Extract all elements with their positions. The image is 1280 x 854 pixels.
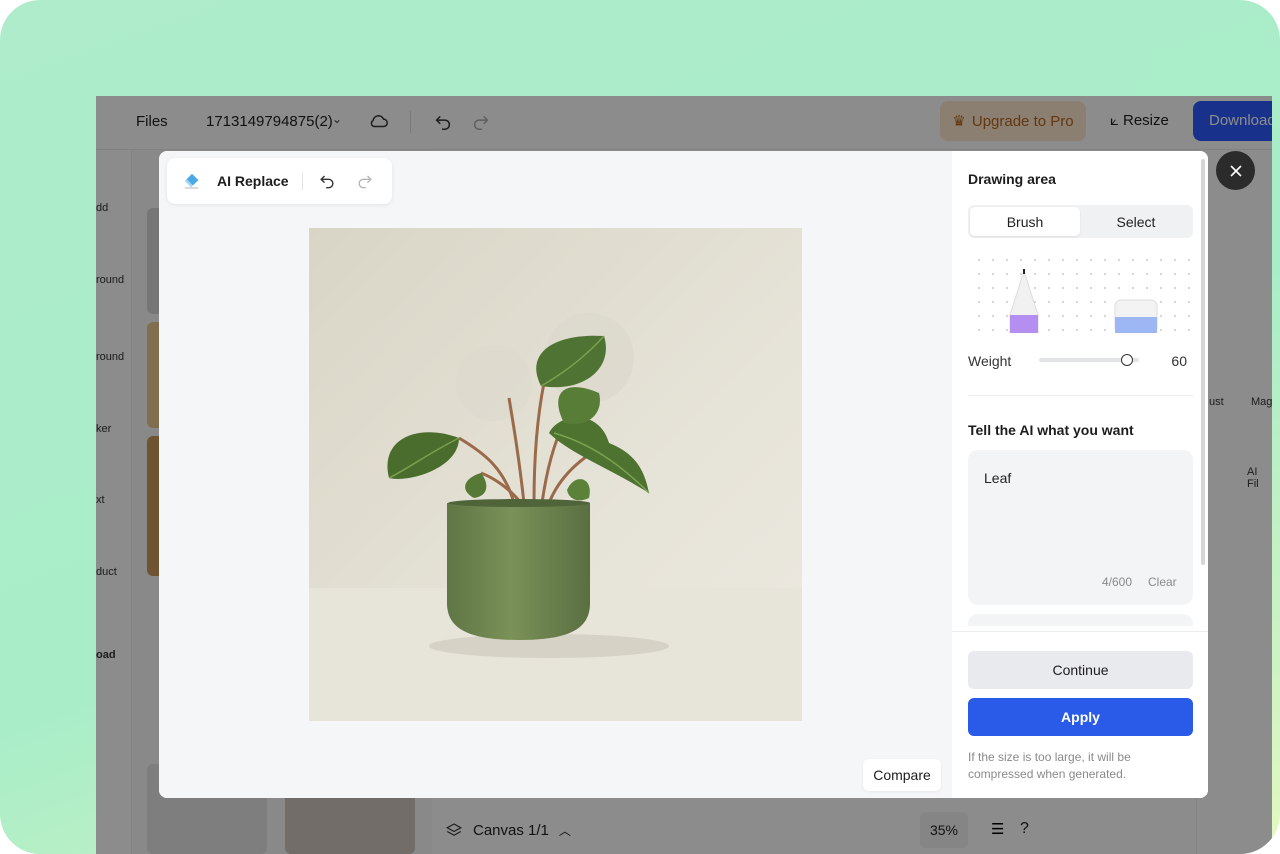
header-divider bbox=[302, 172, 303, 190]
prompt-heading: Tell the AI what you want bbox=[968, 422, 1134, 438]
clear-button[interactable]: Clear bbox=[1148, 575, 1177, 589]
next-section-peek bbox=[968, 614, 1193, 626]
compression-note: If the size is too large, it will be com… bbox=[968, 750, 1131, 781]
ai-replace-logo-icon bbox=[184, 173, 199, 189]
ai-replace-modal: AI Replace Compare Drawing area Brush Se… bbox=[159, 151, 1208, 798]
tool-header: AI Replace bbox=[167, 158, 392, 204]
settings-panel: Drawing area Brush Select Weight 60 Tell… bbox=[952, 151, 1208, 798]
screenshot-frame: Files 1713149794875(2) ⌄ ♛ Upgrade to Pr… bbox=[0, 0, 1280, 854]
weight-slider-handle[interactable] bbox=[1120, 354, 1133, 366]
drawing-area-heading: Drawing area bbox=[968, 171, 1056, 187]
section-divider bbox=[968, 395, 1193, 396]
brush-tool-icon[interactable] bbox=[1006, 269, 1042, 333]
mode-toggle: Brush Select bbox=[968, 205, 1193, 238]
continue-button[interactable]: Continue bbox=[968, 651, 1193, 689]
mode-select[interactable]: Select bbox=[1081, 207, 1191, 236]
close-icon bbox=[1229, 164, 1242, 177]
panel-scrollbar[interactable] bbox=[1201, 159, 1205, 565]
image-stage: AI Replace Compare bbox=[159, 151, 952, 798]
compare-button[interactable]: Compare bbox=[863, 759, 941, 791]
brush-preview bbox=[968, 249, 1193, 333]
mode-brush[interactable]: Brush bbox=[970, 207, 1080, 236]
tool-title: AI Replace bbox=[217, 173, 289, 189]
apply-button[interactable]: Apply bbox=[968, 698, 1193, 736]
undo-icon[interactable] bbox=[317, 171, 337, 191]
weight-slider[interactable] bbox=[1039, 354, 1139, 366]
eraser-tool-icon[interactable] bbox=[1114, 299, 1158, 333]
close-modal-button[interactable] bbox=[1216, 151, 1255, 190]
redo-icon[interactable] bbox=[355, 171, 375, 191]
weight-label: Weight bbox=[968, 353, 1012, 369]
weight-value: 60 bbox=[1171, 353, 1187, 369]
char-counter: 4/600 bbox=[1102, 575, 1133, 589]
edited-photo[interactable] bbox=[309, 228, 802, 721]
footer-divider bbox=[952, 631, 1208, 632]
